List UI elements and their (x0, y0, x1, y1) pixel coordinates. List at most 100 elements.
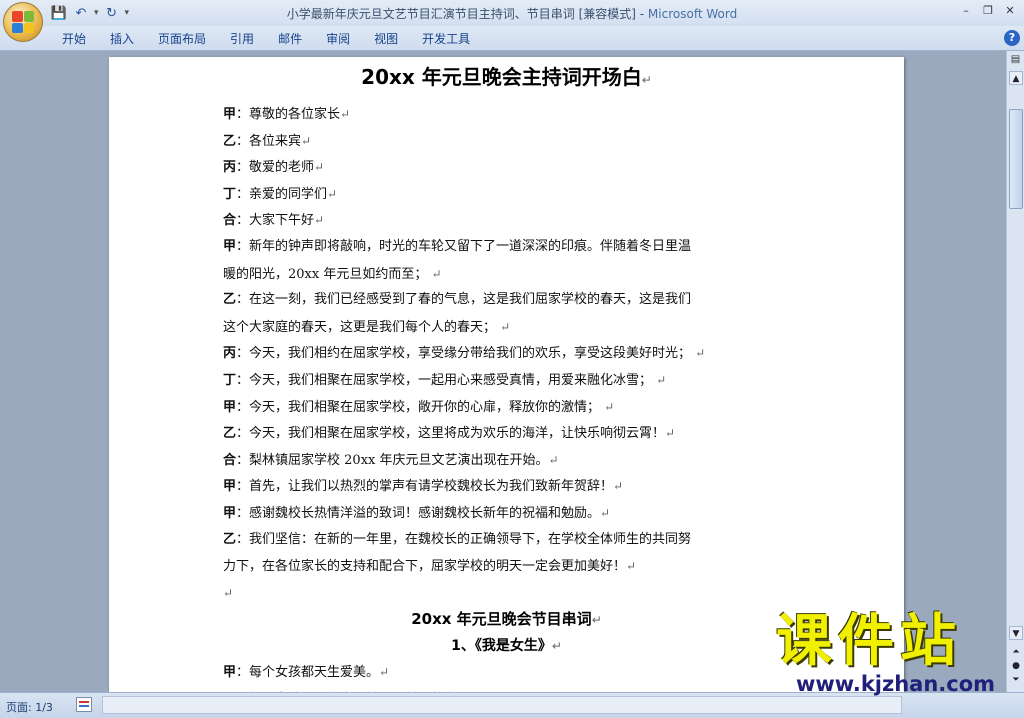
document-name: 小学最新年庆元旦文艺节目汇演节目主持词、节目串词 [兼容模式] - (286, 7, 648, 21)
doc-line: 甲：新年的钟声即将敲响，时光的车轮又留下了一道深深的印痕。伴随着冬日里温 (223, 234, 823, 261)
line-text: ：梨林镇屈家学校 20xx 年庆元旦文艺演出现在开始。 (236, 452, 549, 468)
next-page-icon[interactable]: ⏷ (1010, 674, 1022, 686)
paragraph-mark: ↵ (500, 319, 511, 334)
paragraph-mark: ↵ (604, 399, 615, 414)
line-text: 力下，在各位家长的支持和配合下，屈家学校的明天一定会更加美好！ (223, 559, 627, 575)
ribbon: 开始 插入 页面布局 引用 邮件 审阅 视图 开发工具 ? (0, 26, 1024, 51)
office-button[interactable] (3, 2, 43, 42)
watermark-url: www.kjzhan.com (796, 672, 996, 696)
proofing-icon[interactable] (76, 697, 92, 712)
line-text: ：今天，我们相聚在屈家学校，敞开你的心扉，释放你的激情； (236, 399, 605, 415)
paragraph-mark: ↵ (340, 107, 351, 121)
window-controls: – ❐ ✕ (956, 2, 1020, 18)
doc-line: 丁：亲爱的同学们↵ (223, 181, 823, 208)
section-heading-text: 1、《我是女生》 (451, 637, 552, 654)
doc-line: 乙：我们坚信：在新的一年里，在魏校长的正确领导下，在学校全体师生的共同努 (223, 527, 823, 554)
doc-line: 丙：今天，我们相约在屈家学校，享受缘分带给我们的欢乐，享受这段美好时光； ↵ (223, 340, 823, 367)
ribbon-tab[interactable]: 视图 (362, 30, 410, 48)
paragraph-mark: ↵ (223, 585, 234, 600)
ribbon-tab[interactable]: 页面布局 (146, 30, 218, 48)
scroll-up-icon[interactable]: ▲ (1009, 71, 1023, 85)
paragraph-mark: ↵ (641, 73, 652, 87)
paragraph-mark: ↵ (314, 213, 325, 228)
ribbon-tab[interactable]: 引用 (218, 30, 266, 48)
speaker-label: 甲 (223, 238, 237, 254)
document-workspace: 20xx 年元旦晚会主持词开场白↵ 甲：尊敬的各位家长↵ 乙：各位来宾↵ 丙：敬爱的… (0, 51, 1006, 692)
paragraph-mark: ↵ (548, 452, 559, 467)
select-browse-object-icon[interactable]: ● (1010, 660, 1022, 672)
doc-line: 乙：各位来宾↵ (223, 128, 823, 155)
speaker-label: 丙 (223, 346, 237, 362)
doc-body: 甲：尊敬的各位家长↵ 乙：各位来宾↵ 丙：敬爱的老师↵ 丁：亲爱的同学们↵ 合：大家下午… (223, 101, 823, 692)
window-title: 小学最新年庆元旦文艺节目汇演节目主持词、节目串词 [兼容模式] - Micros… (0, 5, 1024, 22)
speaker-label: 乙 (223, 426, 237, 442)
vertical-scrollbar[interactable]: ▤ ▲ ▼ ⏶ ● ⏷ (1006, 51, 1024, 692)
ribbon-tab[interactable]: 开发工具 (410, 30, 482, 48)
line-text: ：首先，让我们以热烈的掌声有请学校魏校长为我们致新年贺辞！ (236, 479, 614, 495)
doc-line: 乙：在这一刻，我们已经感受到了春的气息，这是我们屈家学校的春天，这是我们 (223, 287, 823, 314)
paragraph-mark: ↵ (431, 266, 442, 281)
line-text: ：感谢魏校长热情洋溢的致词！感谢魏校长新年的祝福和勉励。 (236, 505, 601, 521)
speaker-label: 甲 (223, 479, 237, 495)
doc-line: ↵ (223, 580, 823, 607)
speaker-label: 合 (223, 452, 237, 468)
line-text: ：大家下午好 (236, 213, 315, 229)
paragraph-mark: ↵ (314, 160, 325, 175)
speaker-label: 甲 (223, 505, 237, 521)
view-ruler-icon[interactable]: ▤ (1008, 54, 1023, 68)
title-bar: 💾 ↶ ▾ ↻ ▾ 小学最新年庆元旦文艺节目汇演节目主持词、节目串词 [兼容模式… (0, 0, 1024, 26)
paragraph-mark: ↵ (379, 665, 390, 680)
doc-line: 合：大家下午好↵ (223, 207, 823, 234)
speaker-label: 甲 (223, 399, 237, 415)
paragraph-mark: ↵ (613, 479, 624, 494)
ribbon-tab[interactable]: 开始 (50, 30, 98, 48)
line-text: ：尊敬的各位家长 (236, 107, 341, 122)
section-heading-text: 20xx 年元旦晚会节目串词 (411, 610, 592, 629)
ribbon-tabs: 开始 插入 页面布局 引用 邮件 审阅 视图 开发工具 (50, 30, 482, 48)
paragraph-mark: ↵ (591, 613, 602, 628)
app-name: Microsoft Word (647, 7, 738, 21)
previous-page-icon[interactable]: ⏶ (1010, 646, 1022, 658)
help-icon[interactable]: ? (1004, 30, 1020, 46)
scroll-thumb[interactable] (1009, 109, 1023, 209)
speaker-label: 乙 (223, 531, 237, 547)
line-text: ：今天，我们相聚在屈家学校，一起用心来感受真情，用爱来融化冰雪； (236, 372, 657, 388)
close-button[interactable]: ✕ (1000, 2, 1020, 18)
restore-button[interactable]: ❐ (978, 2, 998, 18)
doc-line: 力下，在各位家长的支持和配合下，屈家学校的明天一定会更加美好！↵ (223, 553, 823, 580)
line-text: ：每个女孩都天生爱美。 (236, 665, 380, 681)
line-text: ：我们坚信：在新的一年里，在魏校长的正确领导下，在学校全体师生的共同努 (236, 531, 692, 547)
paragraph-mark: ↵ (600, 505, 611, 520)
paragraph-mark: ↵ (327, 186, 338, 201)
line-text: ：今天，我们相聚在屈家学校，这里将成为欢乐的海洋，让快乐响彻云霄！ (236, 426, 666, 442)
page-counter[interactable]: 页面: 1/3 (6, 699, 53, 715)
speaker-label: 合 (223, 213, 237, 229)
line-text: 暖的阳光，20xx 年元旦如约而至； (223, 266, 432, 282)
paragraph-mark: ↵ (665, 426, 676, 441)
paragraph-mark: ↵ (695, 346, 706, 361)
doc-title-text: 20xx 年元旦晚会主持词开场白 (361, 65, 642, 89)
doc-line: 暖的阳光，20xx 年元旦如约而至； ↵ (223, 261, 823, 288)
document-page[interactable]: 20xx 年元旦晚会主持词开场白↵ 甲：尊敬的各位家长↵ 乙：各位来宾↵ 丙：敬爱的… (109, 57, 904, 692)
ribbon-tab[interactable]: 插入 (98, 30, 146, 48)
doc-line: 甲：首先，让我们以热烈的掌声有请学校魏校长为我们致新年贺辞！↵ (223, 473, 823, 500)
speaker-label: 乙 (223, 292, 237, 308)
paragraph-mark: ↵ (551, 638, 562, 653)
doc-line: 丁：今天，我们相聚在屈家学校，一起用心来感受真情，用爱来融化冰雪； ↵ (223, 367, 823, 394)
doc-line: 合：梨林镇屈家学校 20xx 年庆元旦文艺演出现在开始。↵ (223, 447, 823, 474)
doc-line: 这个大家庭的春天，这更是我们每个人的春天； ↵ (223, 314, 823, 341)
paragraph-mark: ↵ (301, 133, 312, 148)
watermark-logo: 课件站 (776, 609, 962, 674)
ribbon-tab[interactable]: 审阅 (314, 30, 362, 48)
speaker-label: 甲 (223, 665, 237, 681)
paragraph-mark: ↵ (626, 559, 637, 574)
ribbon-tab[interactable]: 邮件 (266, 30, 314, 48)
horizontal-scrollbar[interactable] (102, 696, 902, 714)
line-text: ：今天，我们相约在屈家学校，享受缘分带给我们的欢乐，享受这段美好时光； (236, 346, 696, 362)
speaker-label: 乙 (223, 133, 237, 149)
line-text: 这个大家庭的春天，这更是我们每个人的春天； (223, 319, 501, 335)
line-text: ：敬爱的老师 (236, 160, 315, 176)
minimize-button[interactable]: – (956, 2, 976, 18)
scroll-down-icon[interactable]: ▼ (1009, 626, 1023, 640)
speaker-label: 丁 (223, 372, 237, 388)
